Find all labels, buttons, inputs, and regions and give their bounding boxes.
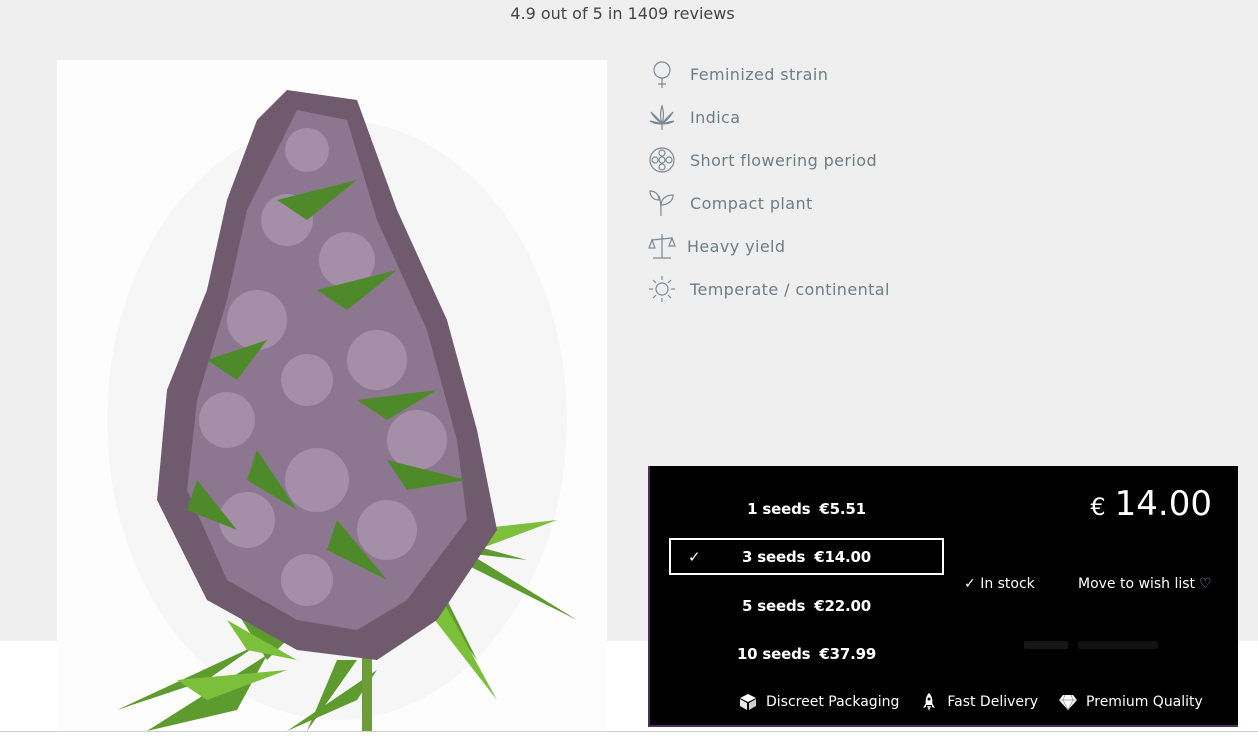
scale-icon <box>647 231 677 261</box>
box-icon <box>738 692 758 712</box>
feature-compact: Compact plant <box>647 187 813 219</box>
perk-label: Fast Delivery <box>947 694 1039 710</box>
feature-yield: Heavy yield <box>647 230 785 262</box>
footer-divider <box>0 731 1258 732</box>
perks-row: Discreet Packaging Fast Delivery Premium… <box>738 692 1223 712</box>
feature-feminized: Feminized strain <box>647 58 828 90</box>
pack-price: €22.00 <box>814 596 871 615</box>
pack-label: 1 seeds <box>747 499 811 518</box>
price-currency: € <box>1090 493 1106 521</box>
price-amount: 14.00 <box>1114 484 1212 524</box>
flower-timer-icon <box>647 145 677 175</box>
pack-price: €37.99 <box>819 644 877 663</box>
feature-label: Feminized strain <box>690 64 829 84</box>
feature-climate: Temperate / continental <box>647 273 890 305</box>
stock-status: ✓ In stock <box>964 576 1035 592</box>
wishlist-button[interactable]: Move to wish list ♡ <box>1078 576 1212 592</box>
pack-label: 3 seeds <box>742 547 806 566</box>
feature-flowering: Short flowering period <box>647 144 877 176</box>
heart-icon: ♡ <box>1199 576 1212 592</box>
pack-option-5-seeds[interactable]: 5 seeds €22.00 <box>669 587 944 624</box>
pack-label: 5 seeds <box>742 596 806 615</box>
product-image[interactable] <box>57 60 607 731</box>
perk-fast-delivery: Fast Delivery <box>919 692 1038 712</box>
pack-price: €5.51 <box>819 499 866 518</box>
diamond-icon <box>1058 692 1078 712</box>
feature-label: Indica <box>690 107 741 127</box>
feature-label: Temperate / continental <box>690 279 890 299</box>
perk-premium-quality: Premium Quality <box>1058 692 1203 712</box>
sun-icon <box>647 274 677 304</box>
pack-option-1-seeds[interactable]: 1 seeds €5.51 <box>669 490 944 527</box>
feature-indica: Indica <box>647 101 740 133</box>
perk-label: Discreet Packaging <box>766 694 900 710</box>
cannabis-bud-photo <box>107 90 577 731</box>
perk-discreet-packaging: Discreet Packaging <box>738 692 899 712</box>
rocket-icon <box>919 692 939 712</box>
stock-label: In stock <box>980 576 1035 592</box>
check-icon: ✓ <box>688 548 701 566</box>
payment-logo-strip <box>1024 641 1158 649</box>
pack-option-3-seeds[interactable]: ✓ 3 seeds €14.00 <box>669 538 944 575</box>
price-display: € 14.00 <box>1090 484 1212 524</box>
pack-label: 10 seeds <box>736 644 811 663</box>
cannabis-leaf-icon <box>647 102 677 132</box>
pack-option-10-seeds[interactable]: 10 seeds €37.99 <box>669 635 944 672</box>
pack-price: €14.00 <box>814 547 871 566</box>
feature-label: Heavy yield <box>687 236 786 256</box>
feature-label: Short flowering period <box>690 150 877 170</box>
female-symbol-icon <box>647 59 677 89</box>
rating-summary[interactable]: 4.9 out of 5 in 1409 reviews <box>0 4 1245 23</box>
perk-label: Premium Quality <box>1086 694 1203 710</box>
purchase-panel: 1 seeds €5.51 ✓ 3 seeds €14.00 5 seeds €… <box>648 466 1238 727</box>
wishlist-label: Move to wish list <box>1078 576 1196 592</box>
feature-label: Compact plant <box>690 193 813 213</box>
check-icon: ✓ <box>964 576 976 592</box>
sprout-icon <box>647 188 677 218</box>
